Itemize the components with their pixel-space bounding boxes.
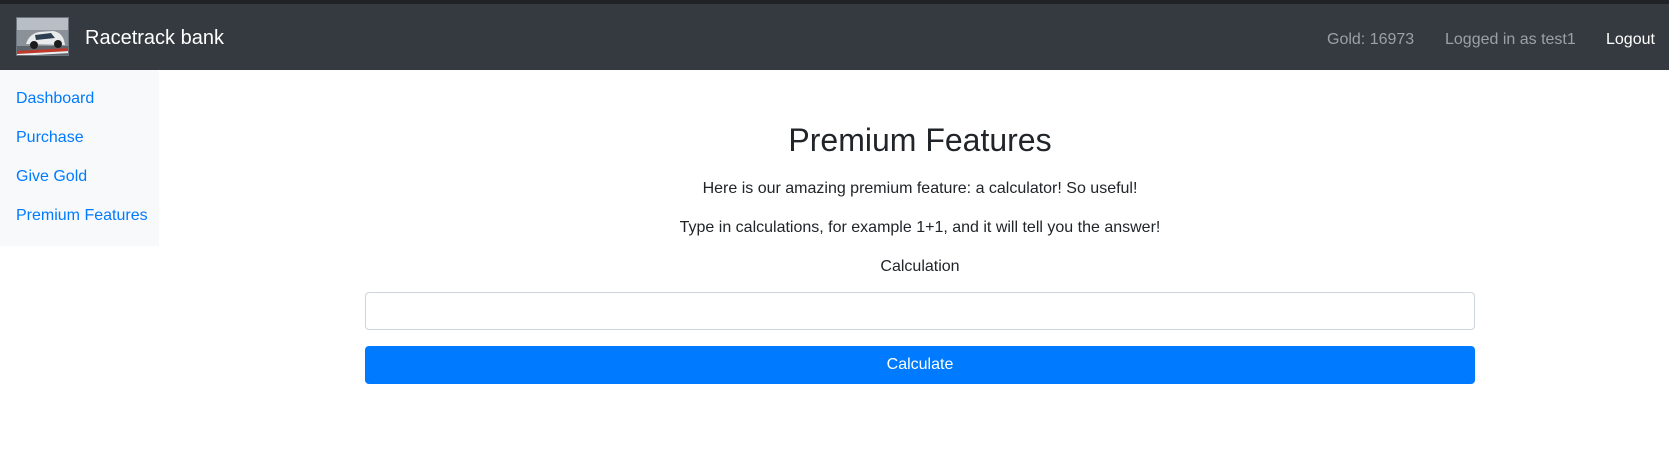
logout-link[interactable]: Logout [1606,30,1655,50]
race-car-logo-icon[interactable] [16,17,69,56]
usage-instructions: Type in calculations, for example 1+1, a… [679,219,1161,236]
calculation-input[interactable] [365,292,1475,330]
calculation-label: Calculation [880,258,960,275]
sidebar-item-premium-features[interactable]: Premium Features [16,206,148,226]
feature-description: Here is our amazing premium feature: a c… [702,180,1138,197]
calculate-button[interactable]: Calculate [365,346,1475,384]
top-navbar: Racetrack bank Gold: 16973 Logged in as … [0,4,1669,70]
sidebar-item-purchase[interactable]: Purchase [16,128,84,148]
sidebar: Dashboard Purchase Give Gold Premium Fea… [0,70,159,246]
gold-balance: Gold: 16973 [1327,31,1415,48]
sidebar-item-dashboard[interactable]: Dashboard [16,89,94,109]
brand-name[interactable]: Racetrack bank [85,26,224,50]
page-title: Premium Features [788,122,1052,158]
sidebar-item-give-gold[interactable]: Give Gold [16,167,87,187]
logged-in-user: Logged in as test1 [1445,31,1576,48]
